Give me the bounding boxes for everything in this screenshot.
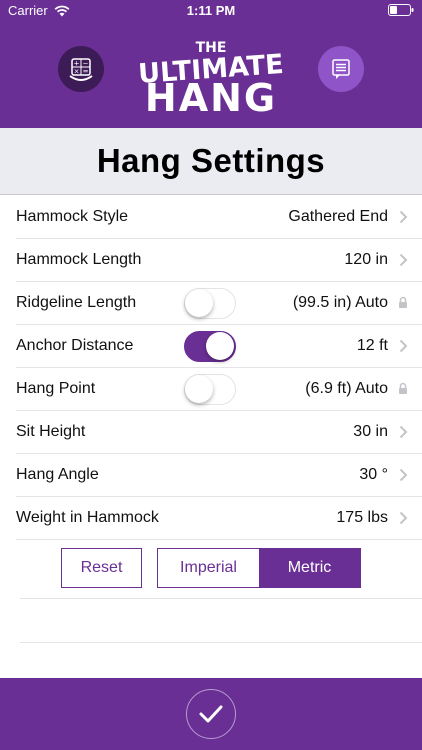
row-label: Hang Point	[16, 380, 96, 397]
app-footer	[0, 678, 422, 750]
chevron-right-icon	[399, 511, 408, 525]
divider	[20, 598, 422, 599]
anchor-distance-toggle[interactable]	[184, 331, 236, 362]
status-bar: Carrier 1:11 PM	[0, 0, 422, 22]
row-label: Ridgeline Length	[16, 294, 137, 311]
lock-icon	[399, 382, 407, 394]
row-label: Sit Height	[16, 423, 86, 440]
row-hang-point: Hang Point (6.9 ft) Auto	[16, 368, 422, 411]
unit-segmented-control: Imperial Metric	[157, 548, 361, 588]
divider	[20, 642, 422, 643]
row-hang-angle[interactable]: Hang Angle 30 °	[16, 454, 422, 497]
checkmark-icon	[199, 705, 223, 723]
row-label: Anchor Distance	[16, 337, 134, 354]
row-label: Hammock Length	[16, 251, 142, 268]
chat-icon	[332, 59, 350, 79]
row-sit-height[interactable]: Sit Height 30 in	[16, 411, 422, 454]
imperial-button[interactable]: Imperial	[158, 549, 259, 587]
row-ridgeline-length: Ridgeline Length (99.5 in) Auto	[16, 282, 422, 325]
row-value: 120 in	[344, 251, 388, 268]
row-label: Weight in Hammock	[16, 509, 159, 526]
battery-icon	[388, 4, 414, 16]
metric-button[interactable]: Metric	[259, 549, 360, 587]
row-value: 30 in	[353, 423, 388, 440]
app-header: Carrier 1:11 PM + − × = THE ULTIMATE HAN…	[0, 0, 422, 128]
chat-button[interactable]	[318, 46, 364, 92]
row-hammock-style[interactable]: Hammock Style Gathered End	[16, 196, 422, 239]
svg-text:HANG: HANG	[145, 76, 277, 116]
hang-point-toggle[interactable]	[184, 374, 236, 405]
row-value: 175 lbs	[336, 509, 388, 526]
row-value: Gathered End	[288, 208, 388, 225]
action-row: Reset Imperial Metric	[0, 548, 422, 588]
settings-list: Hammock Style Gathered End Hammock Lengt…	[0, 196, 422, 540]
chevron-right-icon	[399, 468, 408, 482]
page-title: Hang Settings	[96, 142, 326, 179]
status-time: 1:11 PM	[186, 3, 236, 18]
ridgeline-auto-toggle[interactable]	[184, 288, 236, 319]
row-label: Hammock Style	[16, 208, 129, 225]
chevron-right-icon	[399, 425, 408, 439]
chevron-right-icon	[399, 253, 408, 267]
chevron-right-icon	[399, 339, 408, 353]
row-hammock-length[interactable]: Hammock Length 120 in	[16, 239, 422, 282]
row-weight-in-hammock[interactable]: Weight in Hammock 175 lbs	[16, 497, 422, 540]
reset-button[interactable]: Reset	[61, 548, 142, 588]
row-value: (99.5 in) Auto	[292, 294, 388, 311]
title-area: Hang Settings	[0, 128, 422, 195]
chevron-right-icon	[399, 210, 408, 224]
lock-icon	[399, 296, 407, 308]
row-label: Hang Angle	[16, 466, 99, 483]
row-anchor-distance[interactable]: Anchor Distance 12 ft	[16, 325, 422, 368]
row-value: (6.9 ft) Auto	[305, 380, 388, 397]
row-value: 30 °	[359, 466, 388, 483]
row-value: 12 ft	[356, 337, 388, 354]
confirm-button[interactable]	[186, 689, 236, 739]
